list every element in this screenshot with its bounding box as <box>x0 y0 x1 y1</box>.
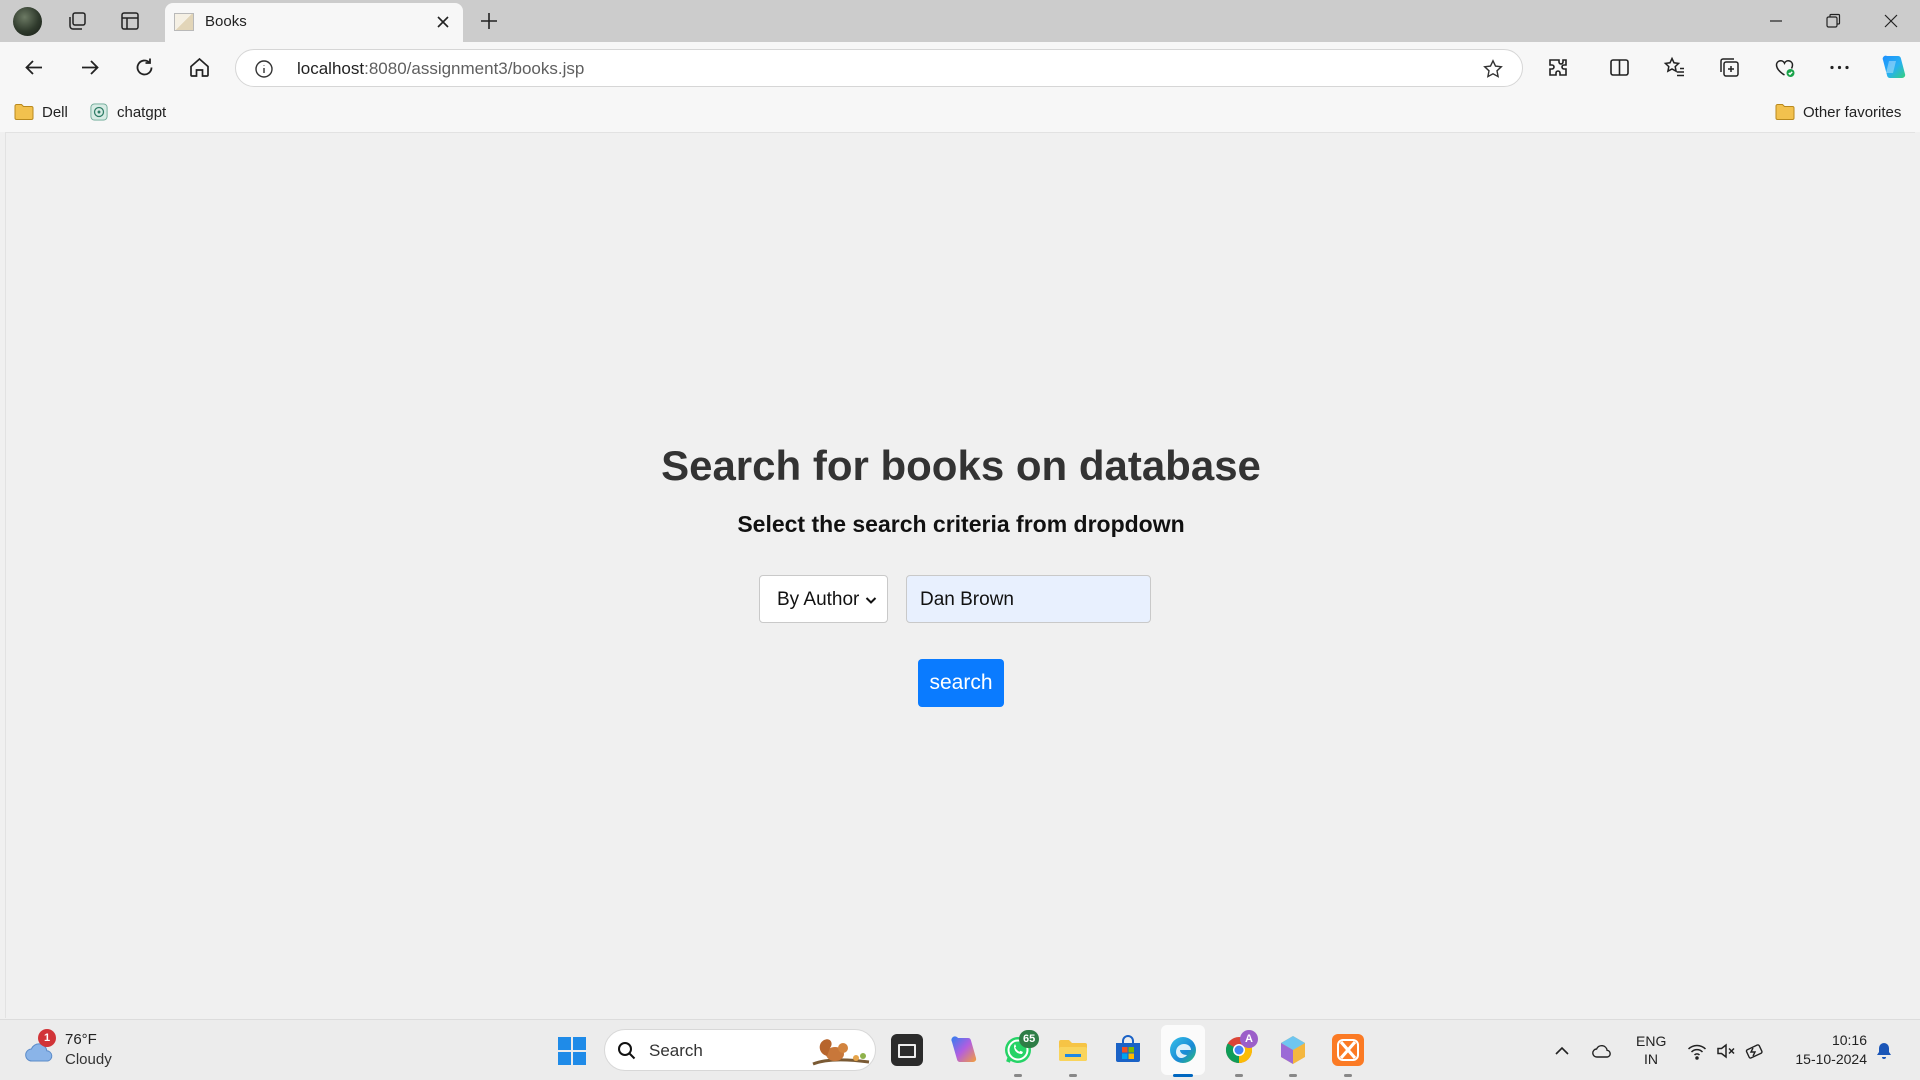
more-options-icon[interactable] <box>1827 55 1852 80</box>
weather-alert-badge: 1 <box>38 1029 56 1047</box>
refresh-icon[interactable] <box>132 55 157 80</box>
tab-title: Books <box>205 13 247 30</box>
page-subtitle: Select the search criteria from dropdown <box>737 511 1185 537</box>
favorites-icon[interactable] <box>1662 55 1687 80</box>
favorites-bar: Dell chatgpt Other favorites <box>0 92 1920 132</box>
search-criteria-dropdown[interactable]: By Author <box>759 575 888 623</box>
page-favicon-icon <box>174 13 194 31</box>
system-clock[interactable]: 10:16 15-10-2024 <box>1780 1031 1867 1069</box>
file-explorer-icon[interactable] <box>1057 1034 1089 1066</box>
clock-date: 15-10-2024 <box>1795 1051 1867 1067</box>
whatsapp-unread-badge: 65 <box>1019 1030 1040 1048</box>
collections-icon[interactable] <box>1717 55 1742 80</box>
volume-muted-icon[interactable] <box>1715 1040 1737 1062</box>
language-indicator[interactable]: ENG IN <box>1636 1032 1666 1068</box>
running-indicator <box>1289 1074 1297 1077</box>
tab-books[interactable]: Books <box>165 3 463 42</box>
language-code: ENG <box>1636 1033 1667 1049</box>
xampp-icon[interactable] <box>1332 1034 1364 1066</box>
profile-avatar[interactable] <box>13 7 42 36</box>
microsoft-store-icon[interactable] <box>1112 1034 1144 1066</box>
favorite-label: Dell <box>42 103 68 121</box>
other-favorites[interactable]: Other favorites <box>1775 102 1901 122</box>
extensions-icon[interactable] <box>1546 55 1571 80</box>
windows-taskbar: 1 76°F Cloudy Search 65 A ENG IN 10:16 1… <box>0 1019 1920 1080</box>
new-tab-icon[interactable] <box>478 10 500 32</box>
taskbar-search-placeholder: Search <box>649 1041 703 1060</box>
address-bar[interactable]: localhost:8080/assignment3/books.jsp <box>235 49 1523 87</box>
chevron-down-icon <box>863 592 879 608</box>
close-window-icon[interactable] <box>1881 11 1901 31</box>
home-icon[interactable] <box>187 55 212 80</box>
folder-icon <box>14 104 34 120</box>
vertical-tabs-icon[interactable] <box>119 10 141 32</box>
show-hidden-icons-chevron-icon[interactable] <box>1551 1040 1573 1062</box>
favorite-chatgpt[interactable]: chatgpt <box>89 102 166 122</box>
site-info-icon[interactable] <box>253 58 275 80</box>
dev-tool-hexagon-icon[interactable] <box>1277 1034 1309 1066</box>
weather-temperature[interactable]: 76°F <box>65 1031 97 1048</box>
restore-icon[interactable] <box>1823 11 1843 31</box>
page-title: Search for books on database <box>661 442 1261 489</box>
running-indicator <box>1235 1074 1243 1077</box>
clock-time: 10:16 <box>1831 1032 1867 1048</box>
notifications-bell-icon[interactable] <box>1873 1040 1895 1062</box>
favorite-label: chatgpt <box>117 103 167 121</box>
forward-icon[interactable] <box>77 55 102 80</box>
url-text: localhost:8080/assignment3/books.jsp <box>297 59 585 78</box>
windows-start-icon[interactable] <box>558 1037 586 1065</box>
search-query-input[interactable]: Dan Brown <box>906 575 1151 623</box>
split-screen-icon[interactable] <box>1607 55 1632 80</box>
running-indicator <box>1344 1074 1352 1077</box>
browser-tab-strip: Books <box>0 0 1920 42</box>
page-viewport: Search for books on database Select the … <box>5 132 1915 1018</box>
search-highlight-squirrel-icon <box>811 1034 871 1068</box>
folder-icon <box>1775 104 1795 120</box>
search-icon <box>616 1040 638 1062</box>
running-indicator <box>1014 1074 1022 1077</box>
chatgpt-icon <box>90 103 108 121</box>
running-indicator <box>1069 1074 1077 1077</box>
selected-criteria: By Author <box>777 589 860 610</box>
other-favorites-label: Other favorites <box>1803 103 1902 121</box>
copilot-app-icon[interactable] <box>948 1034 980 1066</box>
battery-charging-icon[interactable] <box>1744 1040 1766 1062</box>
minimize-icon[interactable] <box>1766 11 1786 31</box>
search-button[interactable]: search <box>918 659 1004 707</box>
workspaces-icon[interactable] <box>66 10 88 32</box>
browser-toolbar: localhost:8080/assignment3/books.jsp <box>0 42 1920 92</box>
back-icon[interactable] <box>22 55 47 80</box>
browser-essentials-icon[interactable] <box>1772 55 1797 80</box>
active-indicator <box>1173 1074 1193 1077</box>
taskbar-search-box[interactable]: Search <box>604 1029 876 1071</box>
search-query-value: Dan Brown <box>920 589 1014 610</box>
region-code: IN <box>1644 1051 1658 1067</box>
onedrive-cloud-icon[interactable] <box>1591 1040 1613 1062</box>
copilot-icon[interactable] <box>1878 52 1908 82</box>
wifi-icon[interactable] <box>1686 1040 1708 1062</box>
favorite-star-icon[interactable] <box>1482 58 1504 80</box>
chrome-profile-badge: A <box>1240 1030 1258 1048</box>
favorite-dell[interactable]: Dell <box>14 102 68 122</box>
weather-condition[interactable]: Cloudy <box>65 1051 112 1068</box>
close-tab-icon[interactable] <box>433 12 453 32</box>
task-view-icon[interactable] <box>891 1034 923 1066</box>
edge-browser-icon[interactable] <box>1167 1034 1199 1066</box>
